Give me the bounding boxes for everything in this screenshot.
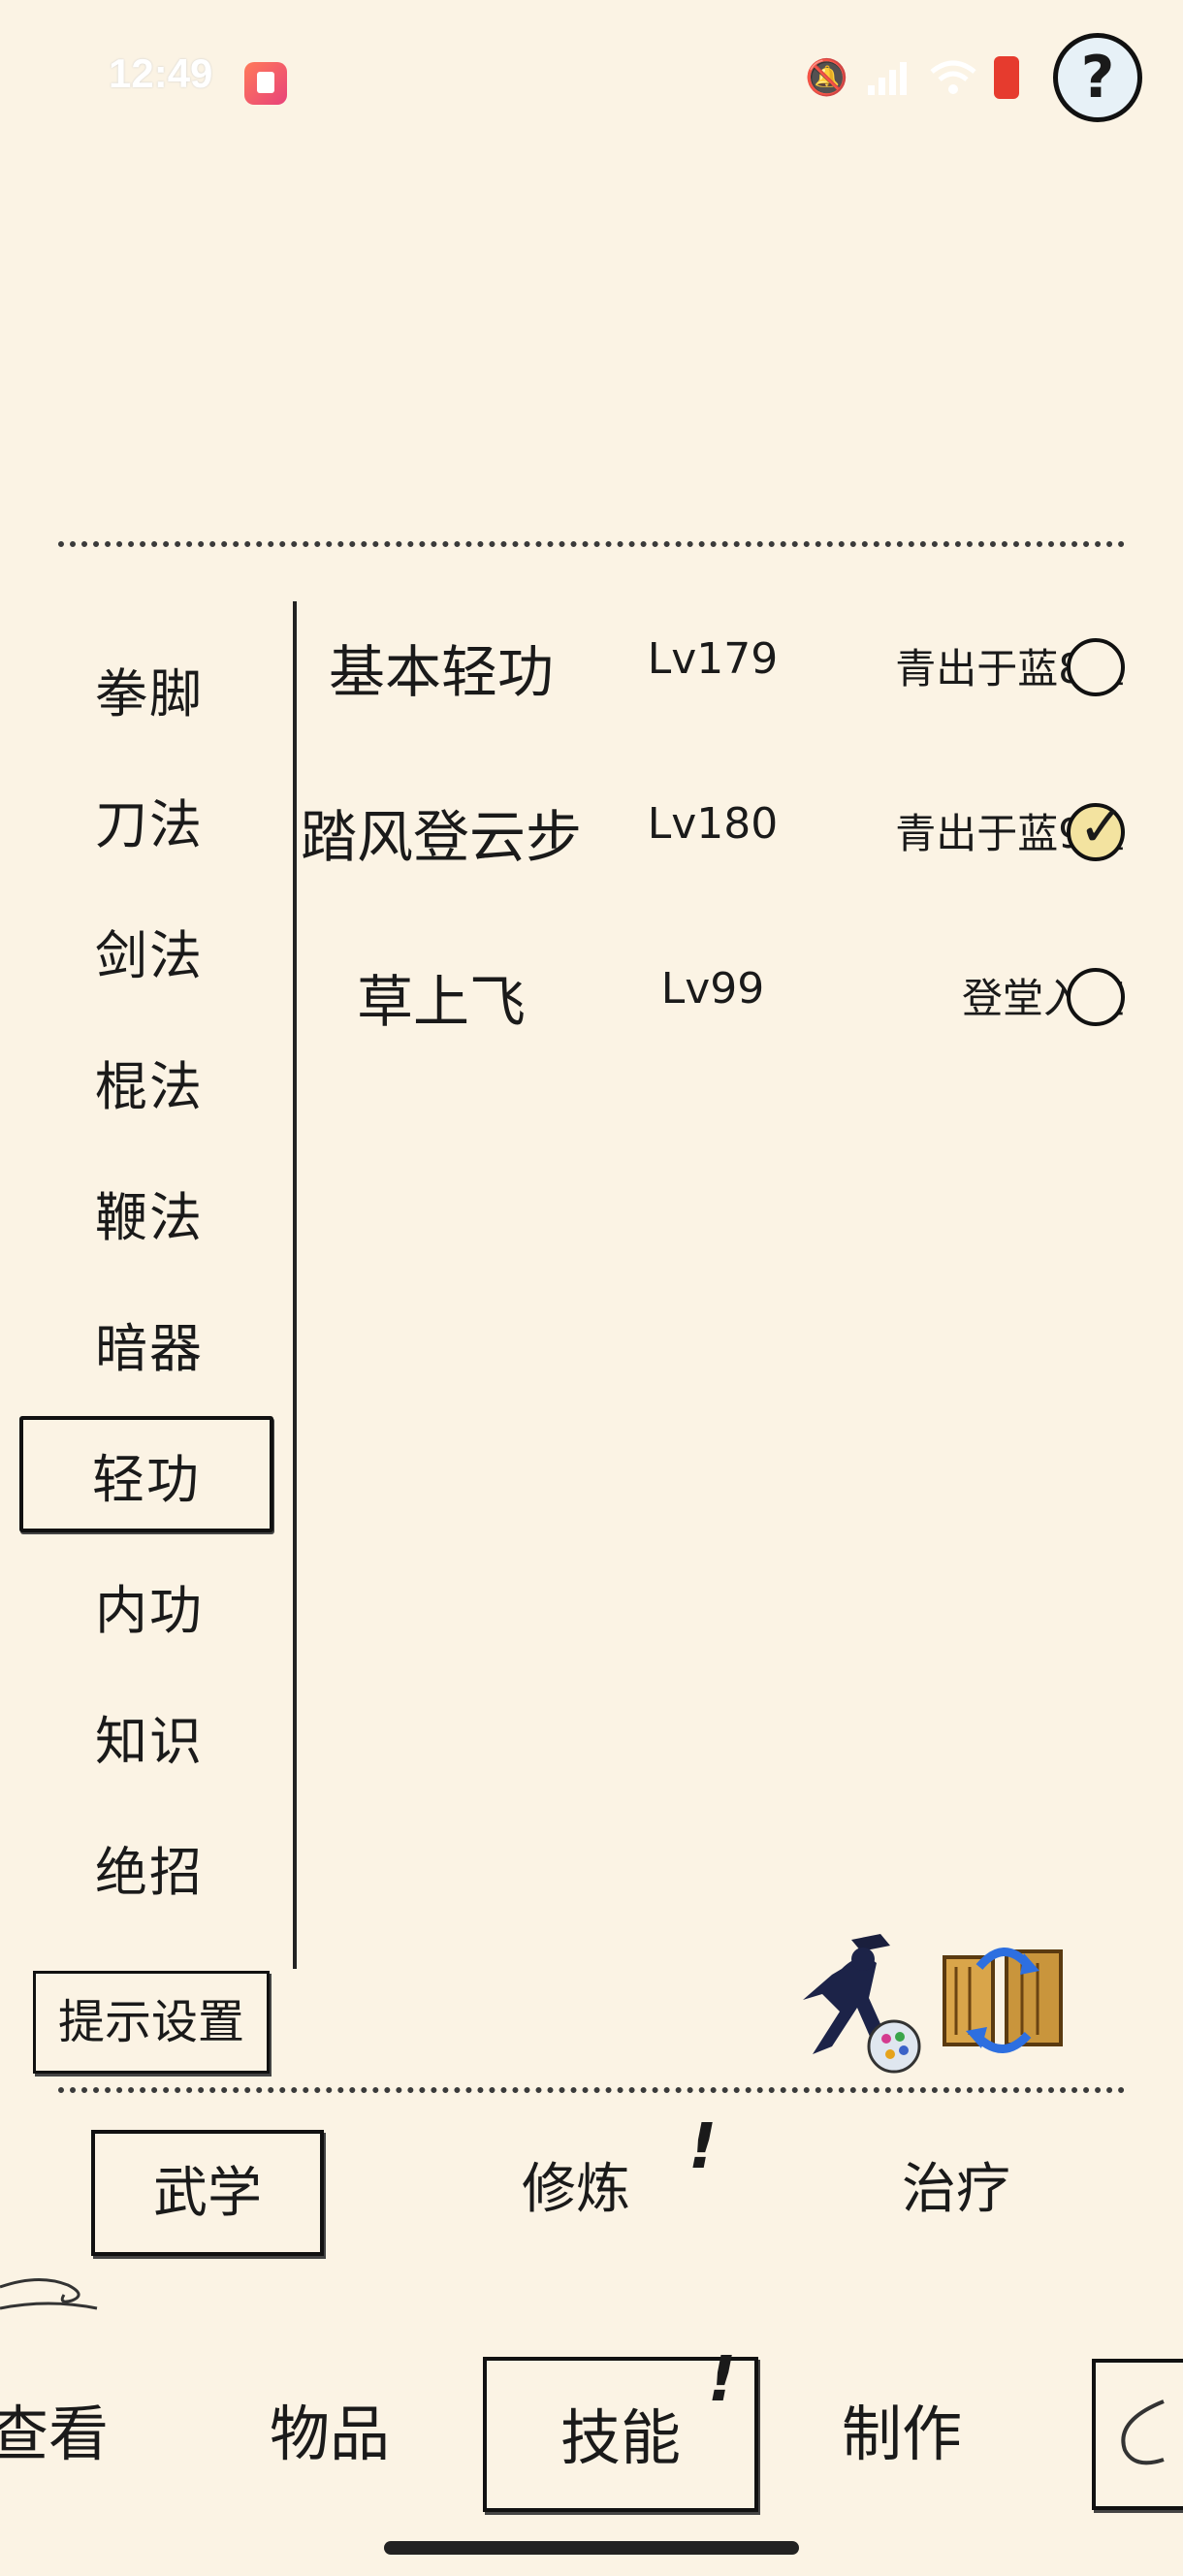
category-label: 刀法 [95,793,204,855]
alert-mark-icon: ! [688,2111,718,2183]
nav-tab-label: 技能 [560,2402,681,2473]
home-indicator[interactable] [384,2541,799,2555]
skill-select-radio[interactable] [1067,968,1125,1026]
skill-level: Lv179 [647,634,779,684]
sub-tab[interactable]: 修炼! [460,2111,717,2256]
skill-row[interactable]: 草上飞 Lv99 登堂入室 [291,933,1164,1049]
category-item[interactable]: 暗器 [21,1285,277,1401]
skill-row[interactable]: 踏风登云步 Lv180 青出于蓝9重 [291,768,1164,885]
sub-tab[interactable]: 武学 [91,2130,324,2256]
category-item[interactable]: 拳脚 [21,630,277,747]
bottom-divider [58,2087,1125,2093]
nav-tab[interactable]: 物品 [233,2357,427,2512]
category-label: 轻功 [92,1448,201,1510]
swirl-icon [1121,2399,1165,2465]
category-item[interactable]: 轻功 [19,1416,273,1532]
nav-tab[interactable]: 查看 [0,2357,136,2512]
nav-tab-label: 物品 [269,2399,390,2469]
nav-overflow-button[interactable] [1092,2359,1183,2510]
sub-tab-label: 武学 [153,2162,262,2225]
category-label: 剑法 [95,924,204,986]
signal-5g-icon [867,62,907,95]
nav-tab[interactable]: 技能! [483,2344,758,2512]
category-label: 绝招 [95,1841,204,1903]
category-item[interactable]: 知识 [21,1678,277,1794]
skill-name: 基本轻功 [328,639,554,705]
category-item[interactable]: 鞭法 [21,1154,277,1271]
status-icons: 🔕 [805,48,1019,107]
skill-name: 草上飞 [356,969,526,1035]
sub-tab-label: 治疗 [902,2158,1010,2221]
alert-mark-icon: ! [708,2344,737,2416]
skill-row[interactable]: 基本轻功 Lv179 青出于蓝8重 [291,603,1164,720]
skill-name: 踏风登云步 [300,804,582,870]
status-time: 12:49 [109,50,213,96]
battery-icon [993,56,1019,99]
category-label: 内功 [95,1579,204,1641]
category-item[interactable]: 剑法 [21,892,277,1009]
nav-tab[interactable]: 制作 [805,2357,999,2512]
category-list: 拳脚刀法剑法棍法鞭法暗器轻功内功知识绝招 [19,630,277,1940]
category-item[interactable]: 绝招 [21,1809,277,1925]
skill-level: Lv180 [647,799,779,849]
category-label: 知识 [95,1710,204,1772]
sub-tab[interactable]: 治疗 [840,2130,1072,2256]
wifi-icon [930,60,976,94]
category-item[interactable]: 棍法 [21,1023,277,1140]
nav-tab-label: 查看 [0,2399,109,2469]
category-label: 鞭法 [95,1186,204,1248]
mute-icon: 🔕 [805,58,848,98]
skill-select-radio[interactable] [1067,638,1125,696]
app-notification-icon [244,62,287,105]
hint-settings-button[interactable]: 提示设置 [33,1971,270,2074]
scroll-swap-icon[interactable] [931,1938,1076,2064]
category-label: 棍法 [95,1055,204,1117]
cloud-swirl-decoration [0,2277,98,2310]
skill-select-radio[interactable] [1067,793,1126,861]
category-item[interactable]: 刀法 [21,761,277,878]
skill-level: Lv99 [660,964,765,1014]
category-label: 拳脚 [95,662,204,724]
ninja-train-icon[interactable] [793,1930,929,2076]
category-label: 暗器 [95,1317,204,1379]
top-divider [58,541,1125,547]
help-button[interactable]: ? [1053,33,1142,122]
category-item[interactable]: 内功 [21,1547,277,1663]
nav-tab-label: 制作 [841,2399,962,2469]
sub-tab-label: 修炼 [522,2158,630,2221]
